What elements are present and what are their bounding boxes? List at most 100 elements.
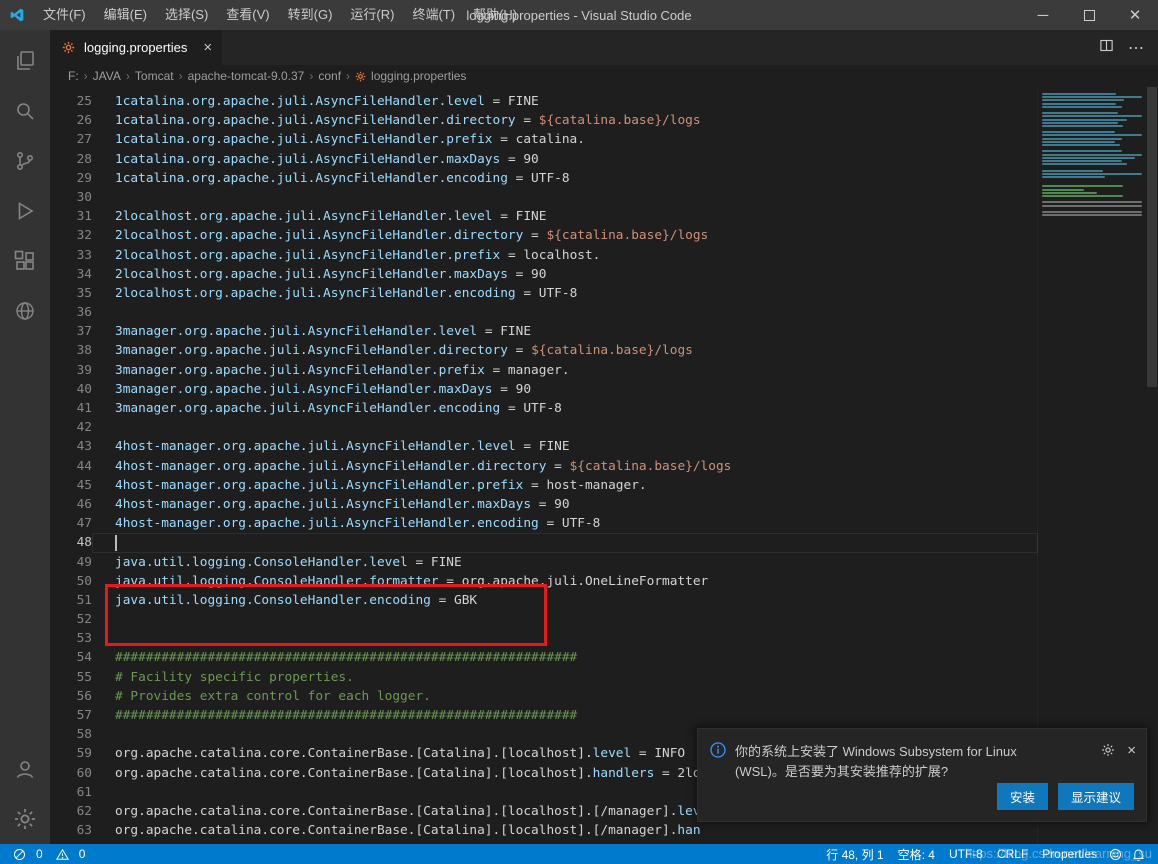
code-line[interactable]: 251catalina.org.apache.juli.AsyncFileHan…: [50, 92, 1038, 111]
explorer-icon[interactable]: [1, 36, 49, 86]
split-editor-icon[interactable]: [1099, 38, 1114, 58]
code-line[interactable]: 42: [50, 418, 1038, 437]
breadcrumb-item[interactable]: Tomcat: [133, 69, 176, 83]
window-title: logging.properties - Visual Studio Code: [466, 8, 691, 23]
menu-item[interactable]: 转到(G): [279, 0, 342, 30]
more-actions-icon[interactable]: ⋯: [1128, 38, 1144, 58]
code-line[interactable]: 48: [50, 533, 1038, 552]
code-token: 1catalina.org.apache.juli.AsyncFileHandl…: [115, 132, 493, 147]
code-line[interactable]: 55# Facility specific properties.: [50, 668, 1038, 687]
properties-file-icon: [60, 41, 78, 54]
code-line[interactable]: 454host-manager.org.apache.juli.AsyncFil…: [50, 476, 1038, 495]
code-line[interactable]: 30: [50, 188, 1038, 207]
code-token: org.apache.catalina.core.ContainerBase.[…: [115, 746, 593, 761]
feedback-smiley-icon[interactable]: [1104, 848, 1127, 861]
code-token: = 90: [508, 267, 547, 282]
code-line[interactable]: 464host-manager.org.apache.juli.AsyncFil…: [50, 495, 1038, 514]
error-count: 0: [36, 847, 43, 861]
code-token: = FINE: [516, 439, 570, 454]
minimize-button[interactable]: ─: [1020, 0, 1066, 30]
search-icon[interactable]: [1, 86, 49, 136]
accounts-icon[interactable]: [1, 744, 49, 794]
code-line[interactable]: 393manager.org.apache.juli.AsyncFileHand…: [50, 361, 1038, 380]
line-text: [92, 610, 1038, 629]
breadcrumb-item[interactable]: conf: [316, 69, 343, 83]
breadcrumb-item[interactable]: apache-tomcat-9.0.37: [186, 69, 307, 83]
code-line[interactable]: 474host-manager.org.apache.juli.AsyncFil…: [50, 514, 1038, 533]
code-line[interactable]: 291catalina.org.apache.juli.AsyncFileHan…: [50, 169, 1038, 188]
menu-item[interactable]: 运行(R): [341, 0, 403, 30]
code-line[interactable]: 36: [50, 303, 1038, 322]
minimap-line: [1042, 160, 1122, 162]
breadcrumb-item[interactable]: logging.properties: [369, 69, 468, 83]
code-line[interactable]: 322localhost.org.apache.juli.AsyncFileHa…: [50, 226, 1038, 245]
install-button[interactable]: 安装: [997, 783, 1048, 810]
globe-extension-icon[interactable]: [1, 286, 49, 336]
menu-item[interactable]: 编辑(E): [95, 0, 156, 30]
code-token: 3manager.org.apache.juli.AsyncFileHandle…: [115, 382, 493, 397]
menu-item[interactable]: 文件(F): [34, 0, 95, 30]
status-language-mode[interactable]: Properties: [1035, 847, 1104, 861]
code-line[interactable]: 50java.util.logging.ConsoleHandler.forma…: [50, 572, 1038, 591]
notifications-bell-icon[interactable]: [1127, 848, 1150, 861]
minimap-line: [1042, 134, 1142, 136]
editor-scrollbar[interactable]: [1146, 87, 1158, 844]
code-line[interactable]: 54######################################…: [50, 648, 1038, 667]
breadcrumb-item[interactable]: JAVA: [91, 69, 123, 83]
status-encoding[interactable]: UTF-8: [942, 847, 990, 861]
code-line[interactable]: 52: [50, 610, 1038, 629]
code-line[interactable]: 49java.util.logging.ConsoleHandler.level…: [50, 553, 1038, 572]
menu-item[interactable]: 查看(V): [217, 0, 278, 30]
code-token: = UTF-8: [539, 516, 601, 531]
code-line[interactable]: 434host-manager.org.apache.juli.AsyncFil…: [50, 437, 1038, 456]
code-line[interactable]: 53: [50, 629, 1038, 648]
line-text: ########################################…: [92, 648, 1038, 667]
code-line[interactable]: 312localhost.org.apache.juli.AsyncFileHa…: [50, 207, 1038, 226]
minimap-line: [1042, 131, 1115, 133]
line-number: 40: [50, 380, 92, 399]
code-line[interactable]: 40 3manager.org.apache.juli.AsyncFileHand…: [50, 380, 1038, 399]
code-line[interactable]: 56# Provides extra control for each logg…: [50, 687, 1038, 706]
settings-gear-icon[interactable]: [1, 794, 49, 844]
line-number: 29: [50, 169, 92, 188]
scrollbar-slider[interactable]: [1147, 87, 1157, 387]
status-eol[interactable]: CRLF: [990, 847, 1035, 861]
code-line[interactable]: 261catalina.org.apache.juli.AsyncFileHan…: [50, 111, 1038, 130]
line-number: 41: [50, 399, 92, 418]
source-control-icon[interactable]: [1, 136, 49, 186]
breadcrumb-item[interactable]: F:: [66, 69, 81, 83]
line-number: 31: [50, 207, 92, 226]
maximize-button[interactable]: [1066, 0, 1112, 30]
code-line[interactable]: 57######################################…: [50, 706, 1038, 725]
code-token: 1catalina.org.apache.juli.AsyncFileHandl…: [115, 94, 485, 109]
code-line[interactable]: 383manager.org.apache.juli.AsyncFileHand…: [50, 341, 1038, 360]
code-line[interactable]: 271catalina.org.apache.juli.AsyncFileHan…: [50, 130, 1038, 149]
code-line[interactable]: 281catalina.org.apache.juli.AsyncFileHan…: [50, 150, 1038, 169]
extensions-icon[interactable]: [1, 236, 49, 286]
show-recommendations-button[interactable]: 显示建议: [1058, 783, 1134, 810]
close-button[interactable]: ✕: [1112, 0, 1158, 30]
line-number: 59: [50, 744, 92, 763]
code-line[interactable]: 342localhost.org.apache.juli.AsyncFileHa…: [50, 265, 1038, 284]
tab-close-icon[interactable]: ×: [203, 40, 212, 55]
menu-item[interactable]: 选择(S): [156, 0, 217, 30]
tab-logging-properties[interactable]: logging.properties ×: [50, 30, 222, 65]
line-number: 34: [50, 265, 92, 284]
problems-indicator[interactable]: 0 0: [8, 847, 90, 861]
notification-gear-icon[interactable]: [1101, 743, 1115, 760]
code-line[interactable]: 51java.util.logging.ConsoleHandler.encod…: [50, 591, 1038, 610]
code-line[interactable]: 444host-manager.org.apache.juli.AsyncFil…: [50, 457, 1038, 476]
code-line[interactable]: 413manager.org.apache.juli.AsyncFileHand…: [50, 399, 1038, 418]
code-line[interactable]: 352localhost.org.apache.juli.AsyncFileHa…: [50, 284, 1038, 303]
code-line[interactable]: 332localhost.org.apache.juli.AsyncFileHa…: [50, 246, 1038, 265]
vscode-window: 文件(F)编辑(E)选择(S)查看(V)转到(G)运行(R)终端(T)帮助(H)…: [0, 0, 1158, 864]
status-cursor-position[interactable]: 行 48, 列 1: [819, 846, 890, 863]
minimap-line: [1042, 208, 1144, 210]
run-debug-icon[interactable]: [1, 186, 49, 236]
code-line[interactable]: 63org.apache.catalina.core.ContainerBase…: [50, 821, 1038, 840]
code-line[interactable]: 373manager.org.apache.juli.AsyncFileHand…: [50, 322, 1038, 341]
notification-close-icon[interactable]: ×: [1127, 743, 1136, 758]
status-indentation[interactable]: 空格: 4: [891, 846, 942, 863]
code-token: = 90: [493, 382, 532, 397]
menu-item[interactable]: 终端(T): [403, 0, 464, 30]
